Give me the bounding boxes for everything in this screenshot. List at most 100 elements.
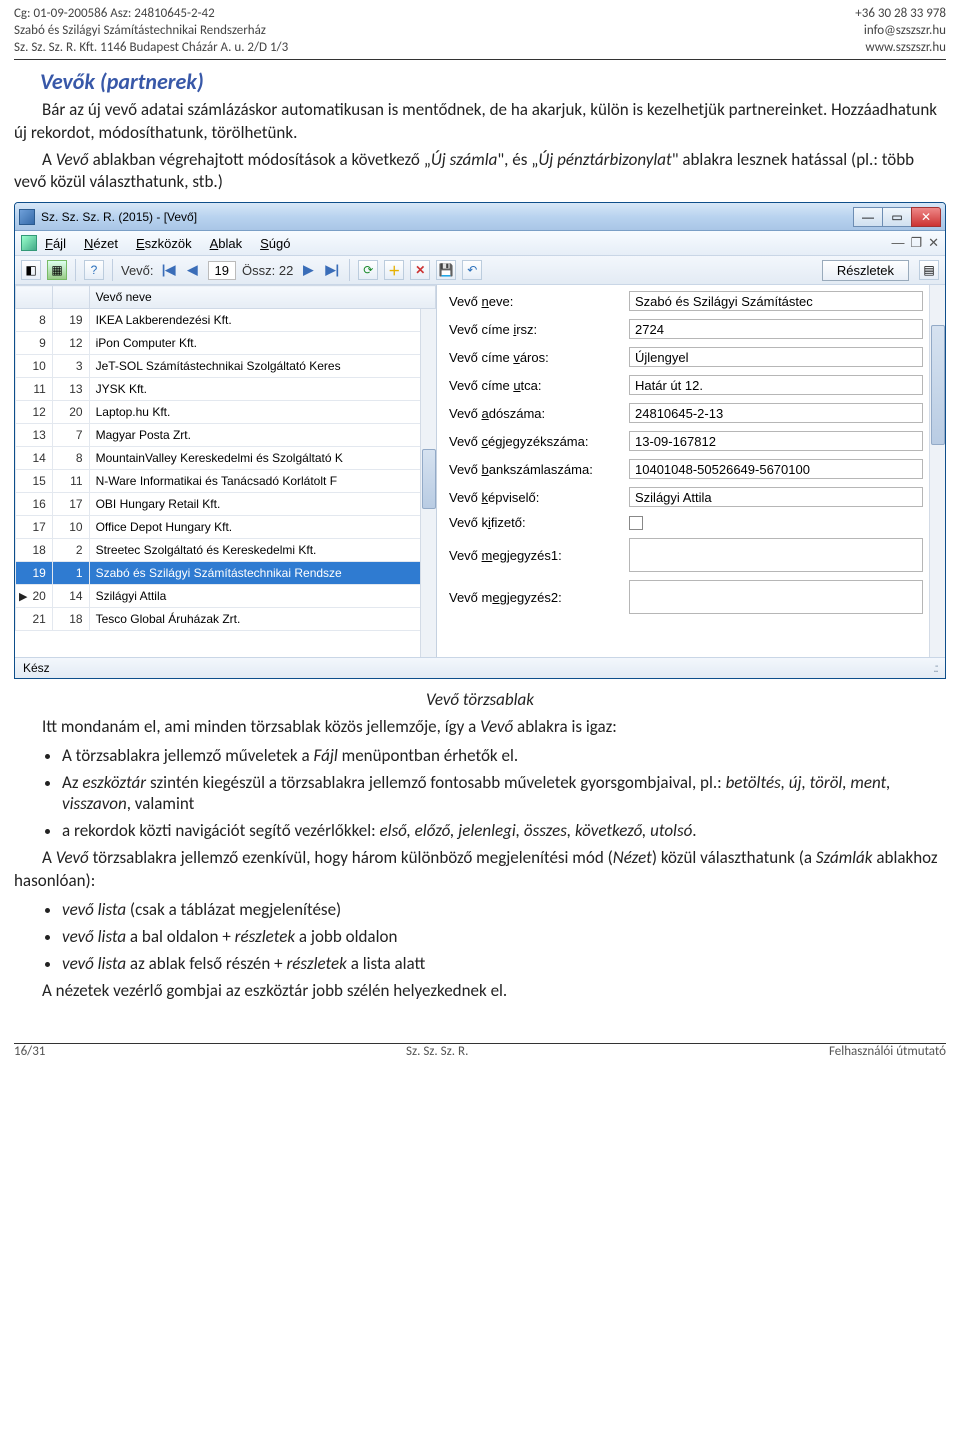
nav-last-icon[interactable]: ▶| bbox=[323, 262, 341, 278]
window-title: Sz. Sz. Sz. R. (2015) - [Vevő] bbox=[41, 210, 854, 224]
lbl-kif: Vevő kifizető: bbox=[449, 515, 629, 530]
para-4: A Vevő törzsablakra jellemző ezenkívül, … bbox=[14, 847, 946, 893]
maximize-button[interactable]: ▭ bbox=[882, 207, 912, 227]
bullet2-3: vevő lista az ablak felső részén + részl… bbox=[62, 953, 946, 974]
input-kepv[interactable] bbox=[629, 487, 923, 507]
hdr-left2: Szabó és Szilágyi Számítástechnikai Rend… bbox=[14, 23, 288, 40]
app-window: Sz. Sz. Sz. R. (2015) - [Vevő] — ▭ ✕ Fáj… bbox=[14, 202, 946, 679]
app-icon bbox=[19, 209, 35, 225]
toolbar-icon-2[interactable]: ▦ bbox=[47, 260, 67, 280]
menubar: Fájl Nézet Eszközök Ablak Súgó — ❐ ✕ bbox=[15, 231, 945, 256]
table-row[interactable]: 1710Office Depot Hungary Kft. bbox=[16, 516, 436, 539]
para-1: Bár az új vevő adatai számlázáskor autom… bbox=[14, 99, 946, 145]
bullet-list-2: vevő lista (csak a táblázat megjelenítés… bbox=[62, 899, 946, 974]
input-ado[interactable] bbox=[629, 403, 923, 423]
details-button[interactable]: Részletek bbox=[822, 260, 909, 281]
nav-prev-icon[interactable]: ◀ bbox=[184, 262, 202, 278]
resize-grip-icon[interactable]: .:: bbox=[933, 661, 937, 675]
page-header: Cg: 01-09-200586 Asz: 24810645-2-42 Szab… bbox=[14, 0, 946, 57]
table-row[interactable]: 1617OBI Hungary Retail Kft. bbox=[16, 493, 436, 516]
save-icon[interactable]: 💾 bbox=[436, 260, 456, 280]
undo-icon[interactable]: ↶ bbox=[462, 260, 482, 280]
textarea-megj1[interactable] bbox=[629, 538, 923, 572]
lbl-m2: Vevő megjegyzés2: bbox=[449, 590, 629, 605]
reload-icon[interactable]: ⟳ bbox=[358, 260, 378, 280]
hdr-right3: www.szszszr.hu bbox=[855, 40, 946, 57]
checkbox-kifizeto[interactable] bbox=[629, 516, 643, 530]
table-row[interactable]: 137Magyar Posta Zrt. bbox=[16, 424, 436, 447]
menu-fajl[interactable]: Fájl bbox=[45, 236, 66, 251]
close-button[interactable]: ✕ bbox=[911, 207, 941, 227]
table-row[interactable]: 191Szabó és Szilágyi Számítástechnikai R… bbox=[16, 562, 436, 585]
footer-right: Felhasználói útmutató bbox=[829, 1044, 946, 1059]
menu-eszkozok[interactable]: Eszközök bbox=[136, 236, 192, 251]
lbl-bank: Vevő bankszámlaszáma: bbox=[449, 462, 629, 477]
details-scrollbar[interactable] bbox=[929, 285, 945, 657]
textarea-megj2[interactable] bbox=[629, 580, 923, 614]
input-neve[interactable] bbox=[629, 291, 923, 311]
lbl-varos: Vevő címe város: bbox=[449, 350, 629, 365]
bullet-list-1: A törzsablakra jellemző műveletek a Fájl… bbox=[62, 745, 946, 841]
minimize-button[interactable]: — bbox=[853, 207, 883, 227]
input-bank[interactable] bbox=[629, 459, 923, 479]
bullet2-2: vevő lista a bal oldalon + részletek a j… bbox=[62, 926, 946, 947]
total-label: Össz: 22 bbox=[242, 263, 293, 278]
hdr-left1: Cg: 01-09-200586 Asz: 24810645-2-42 bbox=[14, 6, 288, 23]
table-row[interactable]: 912iPon Computer Kft. bbox=[16, 332, 436, 355]
hdr-right2: info@szszszr.hu bbox=[855, 23, 946, 40]
delete-icon[interactable]: ✕ bbox=[410, 260, 430, 280]
table-row[interactable]: 1220Laptop.hu Kft. bbox=[16, 401, 436, 424]
lbl-m1: Vevő megjegyzés1: bbox=[449, 548, 629, 563]
bullet-2: Az eszköztár szintén kiegészül a törzsab… bbox=[62, 772, 946, 814]
add-icon[interactable]: ＋ bbox=[384, 260, 404, 280]
toolbar: ◧ ▦ ? Vevő: |◀ ◀ 19 Össz: 22 ▶ ▶| ⟳ ＋ ✕ … bbox=[15, 256, 945, 285]
hdr-right1: +36 30 28 33 978 bbox=[855, 6, 946, 23]
mdi-system-icon[interactable] bbox=[21, 235, 37, 251]
table-row[interactable]: 103JeT-SOL Számítástechnikai Szolgáltató… bbox=[16, 355, 436, 378]
lbl-ado: Vevő adószáma: bbox=[449, 406, 629, 421]
menu-ablak[interactable]: Ablak bbox=[210, 236, 243, 251]
table-row[interactable]: 2014Szilágyi Attila bbox=[16, 585, 436, 608]
table-row[interactable]: 819IKEA Lakberendezési Kft. bbox=[16, 309, 436, 332]
grid-header-name[interactable]: Vevő neve bbox=[89, 286, 435, 309]
lbl-neve: Vevő neve: bbox=[449, 294, 629, 309]
view-mode-icon[interactable]: ▤ bbox=[919, 260, 939, 280]
para-5: A nézetek vezérlő gombjai az eszköztár j… bbox=[14, 980, 946, 1003]
table-row[interactable]: 1113JYSK Kft. bbox=[16, 378, 436, 401]
table-row[interactable]: 2118Tesco Global Áruházak Zrt. bbox=[16, 608, 436, 631]
nav-next-icon[interactable]: ▶ bbox=[299, 262, 317, 278]
section-title: Vevők (partnerek) bbox=[40, 68, 946, 95]
input-ceg[interactable] bbox=[629, 431, 923, 451]
para-2: A Vevő ablakban végrehajtott módosítások… bbox=[14, 149, 946, 195]
mdi-restore-icon[interactable]: ❐ bbox=[910, 235, 922, 251]
status-text: Kész bbox=[23, 661, 50, 675]
hdr-left3: Sz. Sz. Sz. R. Kft. 1146 Budapest Cházár… bbox=[14, 40, 288, 57]
para-3: Itt mondanám el, ami minden törzsablak k… bbox=[14, 716, 946, 739]
nav-first-icon[interactable]: |◀ bbox=[160, 262, 178, 278]
table-row[interactable]: 1511N-Ware Informatikai és Tanácsadó Kor… bbox=[16, 470, 436, 493]
footer-left: 16/31 bbox=[14, 1044, 45, 1059]
bullet2-1: vevő lista (csak a táblázat megjelenítés… bbox=[62, 899, 946, 920]
vevo-label: Vevő: bbox=[121, 263, 154, 278]
menu-sugo[interactable]: Súgó bbox=[260, 236, 290, 251]
bullet-1: A törzsablakra jellemző műveletek a Fájl… bbox=[62, 745, 946, 766]
customer-grid[interactable]: Vevő neve 819IKEA Lakberendezési Kft.912… bbox=[15, 285, 437, 657]
input-varos[interactable] bbox=[629, 347, 923, 367]
titlebar[interactable]: Sz. Sz. Sz. R. (2015) - [Vevő] — ▭ ✕ bbox=[15, 203, 945, 231]
help-icon[interactable]: ? bbox=[84, 260, 104, 280]
figure-caption: Vevő törzsablak bbox=[14, 689, 946, 710]
toolbar-icon-1[interactable]: ◧ bbox=[21, 260, 41, 280]
lbl-ceg: Vevő cégjegyzékszáma: bbox=[449, 434, 629, 449]
lbl-irsz: Vevő címe irsz: bbox=[449, 322, 629, 337]
table-row[interactable]: 182Streetec Szolgáltató és Kereskedelmi … bbox=[16, 539, 436, 562]
grid-scrollbar[interactable] bbox=[420, 309, 436, 657]
mdi-close-icon[interactable]: ✕ bbox=[928, 235, 939, 251]
table-row[interactable]: 148MountainValley Kereskedelmi és Szolgá… bbox=[16, 447, 436, 470]
menu-nezet[interactable]: Nézet bbox=[84, 236, 118, 251]
input-utca[interactable] bbox=[629, 375, 923, 395]
footer-mid: Sz. Sz. Sz. R. bbox=[406, 1044, 468, 1059]
mdi-minimize-icon[interactable]: — bbox=[891, 235, 904, 251]
input-irsz[interactable] bbox=[629, 319, 923, 339]
bullet-3: a rekordok közti navigációt segítő vezér… bbox=[62, 820, 946, 841]
current-record-input[interactable]: 19 bbox=[208, 261, 236, 280]
